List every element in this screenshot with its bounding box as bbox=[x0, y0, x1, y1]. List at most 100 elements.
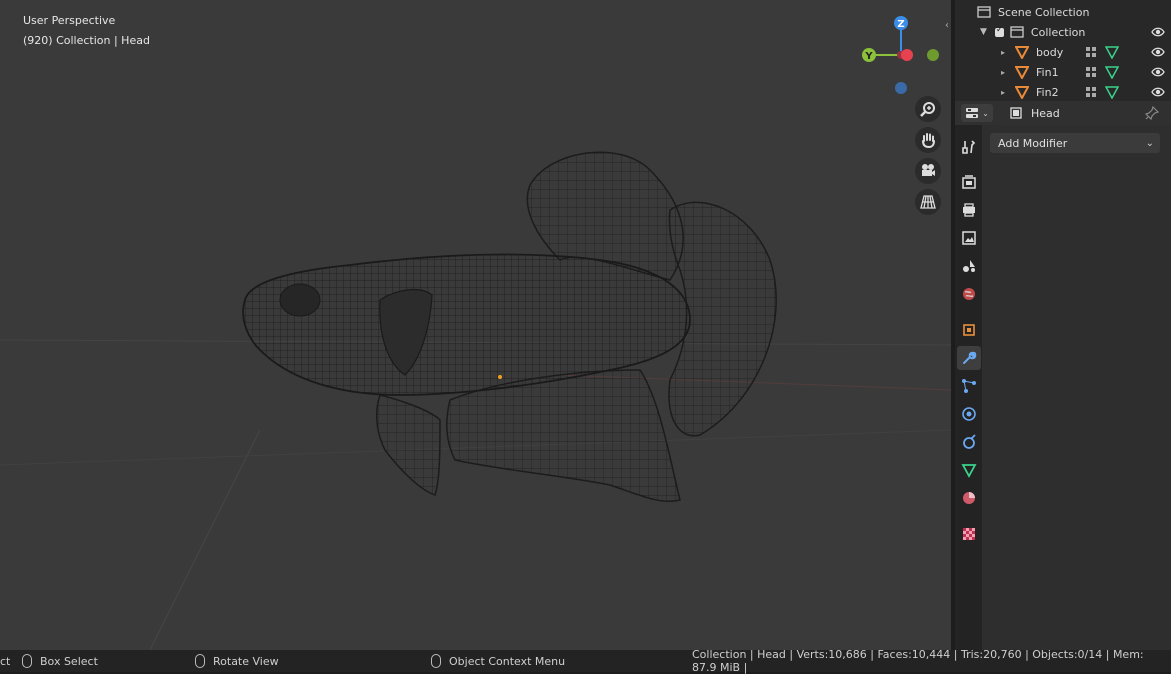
tab-tool[interactable] bbox=[957, 135, 981, 159]
gizmo-z-label: Z bbox=[897, 19, 904, 30]
object-name: Head bbox=[1031, 106, 1060, 120]
collection-label: Collection bbox=[1030, 25, 1086, 39]
tab-material[interactable] bbox=[957, 486, 981, 510]
wrench-icon bbox=[963, 351, 977, 364]
ortho-toggle-button[interactable] bbox=[915, 189, 941, 215]
outliner-item-body[interactable]: ▸ body bbox=[955, 42, 1171, 62]
tab-object[interactable] bbox=[957, 318, 981, 342]
tab-scene[interactable] bbox=[957, 254, 981, 278]
properties-header: ⌄ Head bbox=[955, 101, 1171, 125]
context-menu-label: Object Context Menu bbox=[449, 654, 566, 668]
object-icon bbox=[1010, 107, 1022, 119]
navigation-gizmo[interactable]: Y Z bbox=[858, 12, 948, 102]
grid-icon bbox=[920, 195, 936, 209]
outliner-item-label: Fin1 bbox=[1036, 65, 1059, 79]
pan-button[interactable] bbox=[915, 127, 941, 153]
outliner-scene-collection[interactable]: Scene Collection bbox=[955, 2, 1171, 22]
outliner-item-label: Fin2 bbox=[1036, 85, 1059, 99]
status-bar: ct Box Select Rotate View Object Context… bbox=[0, 648, 1171, 674]
box-select-label: Box Select bbox=[40, 654, 98, 668]
particles-icon bbox=[962, 379, 976, 393]
scene-collection-label: Scene Collection bbox=[998, 5, 1090, 19]
mesh-data-icon bbox=[1105, 46, 1119, 59]
tab-render[interactable] bbox=[957, 170, 981, 194]
3d-viewport[interactable]: User Perspective (920) Collection | Head… bbox=[0, 0, 951, 650]
tab-physics[interactable] bbox=[957, 402, 981, 426]
outliner-collection[interactable]: ▼ ✓ Collection bbox=[955, 22, 1171, 42]
outliner-item-fin1[interactable]: ▸ Fin1 bbox=[955, 62, 1171, 82]
outliner-item-label: body bbox=[1036, 45, 1064, 59]
object-icon bbox=[963, 324, 975, 336]
context-menu-hint: Object Context Menu bbox=[431, 650, 565, 672]
scene-stats: Collection | Head | Verts:10,686 | Faces… bbox=[692, 648, 1171, 674]
camera-view-button[interactable] bbox=[915, 158, 941, 184]
material-icon bbox=[963, 492, 975, 504]
scene-stats-text: Collection | Head | Verts:10,686 | Faces… bbox=[692, 648, 1144, 674]
hand-icon bbox=[922, 133, 935, 149]
mesh-data-icon bbox=[961, 464, 977, 478]
camera-icon bbox=[922, 164, 935, 176]
tool-icon bbox=[962, 140, 976, 154]
sidebar-toggle-arrow[interactable]: ‹ bbox=[945, 20, 953, 34]
eye-icon[interactable] bbox=[1151, 65, 1165, 79]
tab-data[interactable] bbox=[957, 458, 981, 482]
tab-texture[interactable] bbox=[957, 522, 981, 546]
properties-tabs bbox=[955, 125, 982, 650]
rotate-view-hint: Rotate View bbox=[195, 650, 279, 672]
collection-checkbox[interactable]: ✓ bbox=[994, 25, 1004, 37]
editor-type-selector[interactable]: ⌄ bbox=[961, 104, 993, 122]
expand-arrow-icon[interactable]: ▸ bbox=[1001, 68, 1005, 77]
pin-icon[interactable] bbox=[1145, 106, 1159, 120]
zoom-icon bbox=[920, 102, 935, 117]
select-hint: ct bbox=[0, 650, 10, 672]
tab-world[interactable] bbox=[957, 282, 981, 306]
eye-icon[interactable] bbox=[1151, 85, 1165, 99]
mouse-left-icon bbox=[22, 654, 32, 668]
chevron-down-icon: ⌄ bbox=[982, 108, 989, 118]
constraint-icon bbox=[963, 434, 976, 449]
eye-icon[interactable] bbox=[1151, 45, 1165, 59]
chevron-down-icon: ⌄ bbox=[1145, 137, 1154, 149]
mesh-data-icon bbox=[1105, 86, 1119, 99]
fish-mesh-wireframe[interactable] bbox=[0, 0, 951, 650]
mesh-object-icon bbox=[1015, 46, 1030, 59]
select-label: ct bbox=[0, 654, 11, 668]
tab-view-layer[interactable] bbox=[957, 226, 981, 250]
collection-label: (920) Collection | Head bbox=[23, 34, 150, 47]
world-icon bbox=[963, 288, 975, 300]
perspective-label: User Perspective bbox=[23, 14, 116, 27]
printer-icon bbox=[963, 203, 975, 217]
scene-collection-icon bbox=[977, 6, 991, 18]
modifier-panel: Add Modifier ⌄ bbox=[982, 125, 1171, 650]
tab-constraints[interactable] bbox=[957, 430, 981, 454]
zoom-button[interactable] bbox=[915, 96, 941, 122]
tab-output[interactable] bbox=[957, 198, 981, 222]
outliner[interactable]: Scene Collection ▼ ✓ Collection ▸ body ▸… bbox=[955, 0, 1171, 101]
modifier-icon bbox=[1086, 47, 1096, 57]
image-icon bbox=[962, 231, 976, 245]
expand-arrow-icon[interactable]: ▸ bbox=[1001, 88, 1005, 97]
modifier-icon bbox=[1086, 87, 1096, 97]
expand-arrow-icon[interactable]: ▼ bbox=[980, 27, 987, 37]
render-icon bbox=[962, 175, 976, 189]
mesh-object-icon bbox=[1015, 66, 1030, 79]
add-modifier-label: Add Modifier bbox=[998, 136, 1068, 150]
gizmo-y-label: Y bbox=[864, 51, 873, 62]
outliner-item-fin2[interactable]: ▸ Fin2 bbox=[955, 82, 1171, 101]
mouse-right-icon bbox=[431, 654, 441, 668]
checker-texture-icon bbox=[963, 528, 975, 540]
add-modifier-dropdown[interactable]: Add Modifier ⌄ bbox=[990, 133, 1160, 153]
tab-particles[interactable] bbox=[957, 374, 981, 398]
tab-modifiers[interactable] bbox=[957, 346, 981, 370]
modifier-icon bbox=[1086, 67, 1096, 77]
scene-icon bbox=[963, 260, 975, 272]
properties-editor-icon bbox=[966, 108, 979, 118]
mouse-middle-icon bbox=[195, 654, 205, 668]
eye-icon[interactable] bbox=[1151, 25, 1165, 39]
collection-icon bbox=[1010, 26, 1024, 38]
expand-arrow-icon[interactable]: ▸ bbox=[1001, 48, 1005, 57]
mesh-data-icon bbox=[1105, 66, 1119, 79]
mesh-object-icon bbox=[1015, 86, 1030, 99]
physics-icon bbox=[962, 407, 976, 421]
rotate-view-label: Rotate View bbox=[213, 654, 279, 668]
